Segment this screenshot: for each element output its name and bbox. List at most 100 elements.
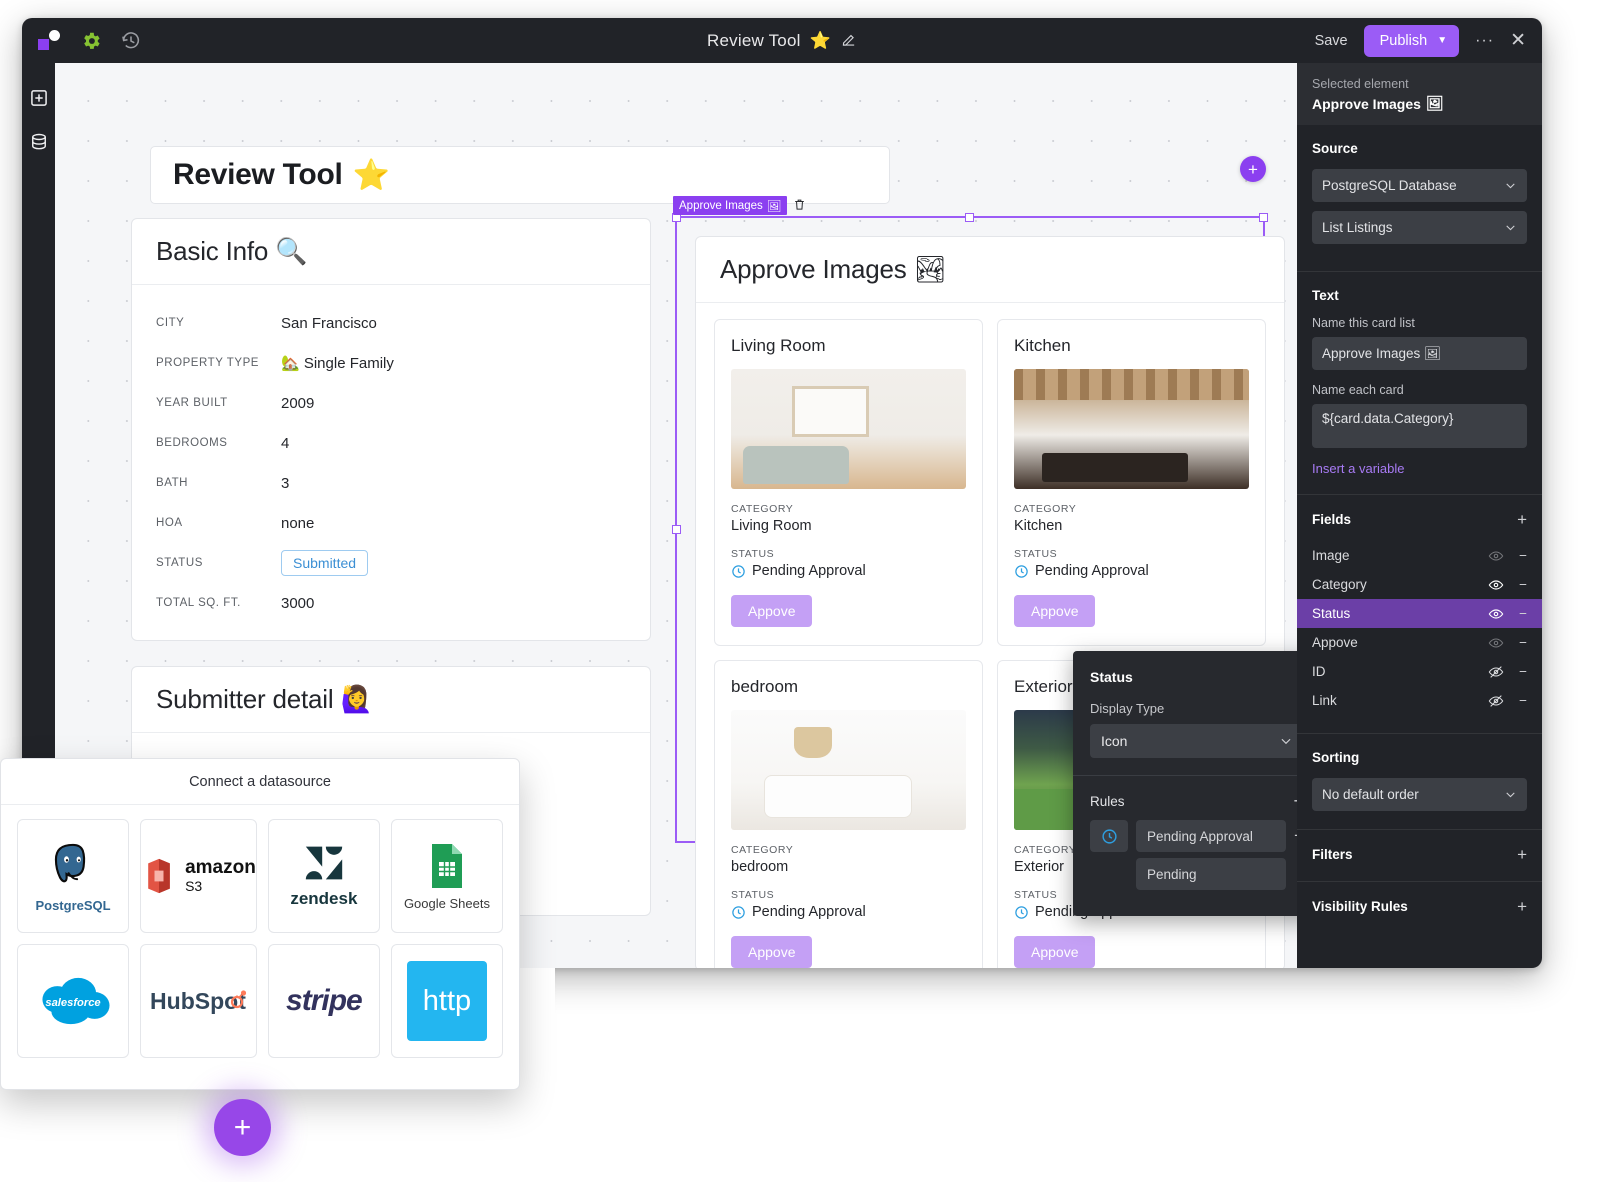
rule-value-input[interactable]: Pending Approval [1136,820,1287,852]
list-item[interactable]: Living Room CATEGORY Living Room STATUS … [714,319,983,646]
status-field-popover[interactable]: Status Display Type Icon Rules + Pendin [1073,651,1297,916]
delete-component-icon[interactable] [793,197,806,217]
insert-variable-link[interactable]: Insert a variable [1312,461,1527,476]
approve-button[interactable]: Appove [731,595,813,627]
status-value: Pending Approval [1035,563,1149,579]
eye-visible-icon[interactable] [1483,548,1509,564]
approve-button[interactable]: Appove [1014,595,1096,627]
sorting-select[interactable]: No default order [1312,778,1527,811]
chevron-down-icon [1506,183,1515,189]
source-database-select[interactable]: PostgreSQL Database [1312,169,1527,202]
eye-visible-icon[interactable] [1483,577,1509,593]
image-icon: 🖼 [1425,95,1444,111]
app-logo-icon[interactable] [36,29,62,53]
close-button[interactable]: ✕ [1510,31,1526,50]
status-badge: Submitted [281,550,369,576]
eye-hidden-icon[interactable] [1483,693,1509,709]
category-label: CATEGORY [1014,503,1077,515]
selected-element-name: Approve Images 🖼 [1312,95,1444,112]
datasource-tile-salesforce[interactable]: salesforce [17,944,130,1058]
rule-label-input[interactable]: Pending [1136,858,1287,890]
basic-info-card[interactable]: Basic Info 🔍 CITY San Francisco PROPERTY… [131,218,651,641]
datasource-tile-zendesk[interactable]: zendesk [267,819,380,933]
datasource-tiles: PostgreSQL amazon S3 zendesk Google Shee… [1,805,519,1072]
popover-title: Status [1090,669,1133,685]
remove-field-button[interactable]: − [1509,548,1527,563]
list-item[interactable]: Kitchen CATEGORY Kitchen STATUS Pending … [997,319,1266,646]
more-options-button[interactable]: ··· [1475,32,1494,49]
approve-button[interactable]: Appove [731,936,813,968]
sorting-section: Sorting No default order [1297,734,1542,830]
remove-rule-button[interactable]: − [1294,820,1297,852]
datasource-database-icon[interactable] [28,131,50,153]
approve-images-header: Approve Images 🏞 [696,237,1284,303]
display-type-select[interactable]: Icon [1090,724,1297,758]
settings-gear-icon[interactable] [80,30,102,52]
add-visibility-rule-button[interactable]: + [1517,898,1527,915]
publish-button[interactable]: Publish ▼ [1363,24,1460,57]
datasource-tile-stripe[interactable]: stripe [267,944,380,1058]
card-title: bedroom [731,677,799,696]
eye-visible-icon[interactable] [1483,606,1509,622]
eye-visible-icon[interactable] [1483,635,1509,651]
field-row-id[interactable]: ID − [1297,657,1542,686]
edit-pencil-icon[interactable] [840,32,857,49]
category-value: Living Room [731,518,812,534]
save-button[interactable]: Save [1315,33,1348,49]
connect-datasource-modal[interactable]: Connect a datasource PostgreSQL amazon S… [0,758,520,1090]
datasource-tile-http[interactable]: http [390,944,503,1058]
resize-handle-left[interactable] [672,524,681,534]
approve-button[interactable]: Appove [1014,936,1096,968]
list-item[interactable]: bedroom CATEGORY bedroom STATUS Pending … [714,660,983,968]
field-row-category[interactable]: Category − [1297,570,1542,599]
field-value: 3000 [281,594,315,612]
app-title: Review Tool ⭐ [322,31,1242,51]
resize-handle-top-center[interactable] [965,213,974,222]
card-list-name-label: Name this card list [1312,316,1415,330]
add-filter-button[interactable]: + [1517,846,1527,863]
floating-add-button[interactable]: + [214,1099,271,1156]
add-component-icon[interactable] [28,87,50,109]
canvas-add-button[interactable]: + [1240,156,1266,182]
table-row: BEDROOMS 4 [156,423,626,463]
source-query-select[interactable]: List Listings [1312,211,1527,244]
field-value: San Francisco [281,314,377,332]
submitter-detail-header: Submitter detail 🙋‍♀️ [132,667,650,733]
fields-section: Fields + Image − Category − Status − App… [1297,495,1542,734]
selection-label: Approve Images 🖼 [673,196,788,215]
status-value-row: Pending Approval [1014,563,1249,579]
chevron-down-icon [1281,738,1291,745]
eye-hidden-icon[interactable] [1483,664,1509,680]
chevron-down-icon: ▼ [1437,35,1448,46]
remove-field-button[interactable]: − [1509,693,1527,708]
datasource-tile-amazon-s3[interactable]: amazon S3 [140,819,257,933]
modal-title: Connect a datasource [1,759,519,805]
datasource-tile-google-sheets[interactable]: Google Sheets [390,819,503,933]
remove-field-button[interactable]: − [1509,577,1527,592]
divider [1073,775,1297,776]
image-icon: 🖼 [766,200,782,213]
field-row-image[interactable]: Image − [1297,541,1542,570]
add-rule-button[interactable]: + [1293,792,1297,810]
submitter-detail-title: Submitter detail [156,684,334,714]
title-bar: Review Tool ⭐ Save Publish ▼ ··· ✕ [22,18,1542,63]
card-image [1014,369,1249,489]
add-field-button[interactable]: + [1517,511,1527,528]
table-row: CITY San Francisco [156,303,626,343]
rule-icon-picker[interactable] [1090,820,1128,852]
each-card-name-input[interactable]: ${card.data.Category} [1312,404,1527,448]
category-value: bedroom [731,859,789,875]
datasource-label: Google Sheets [403,895,490,911]
resize-handle-top-right[interactable] [1259,213,1268,222]
remove-field-button[interactable]: − [1509,635,1527,650]
datasource-tile-postgresql[interactable]: PostgreSQL [17,819,130,933]
field-row-appove[interactable]: Appove − [1297,628,1542,657]
remove-field-button[interactable]: − [1509,606,1527,621]
datasource-tile-hubspot[interactable]: HubSpot [140,944,257,1058]
card-list-name-input[interactable]: Approve Images 🖼 [1312,337,1527,370]
field-row-link[interactable]: Link − [1297,686,1542,715]
field-row-status[interactable]: Status − [1297,599,1542,628]
history-clock-icon[interactable] [120,30,142,52]
clock-icon [1015,905,1028,919]
remove-field-button[interactable]: − [1509,664,1527,679]
